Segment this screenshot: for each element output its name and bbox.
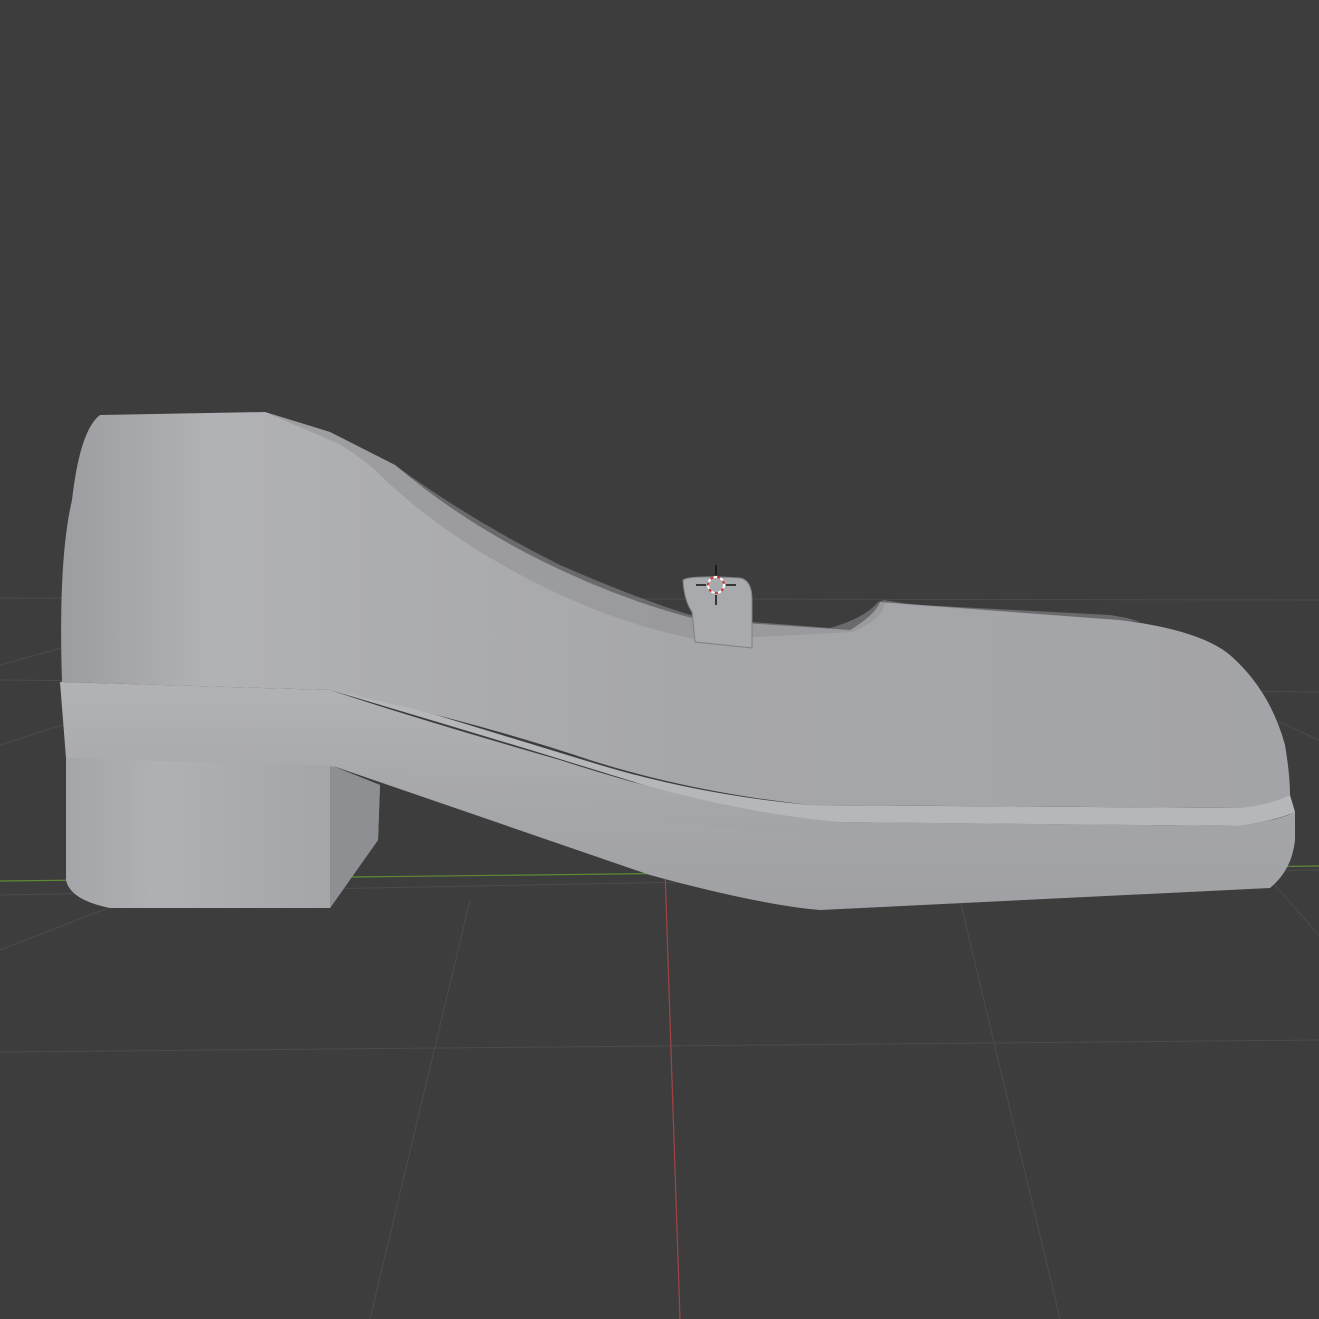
viewport-canvas[interactable] (0, 0, 1319, 1319)
y-axis-line (664, 869, 681, 1319)
3d-viewport[interactable] (0, 0, 1319, 1319)
shoe-heel (66, 755, 380, 908)
